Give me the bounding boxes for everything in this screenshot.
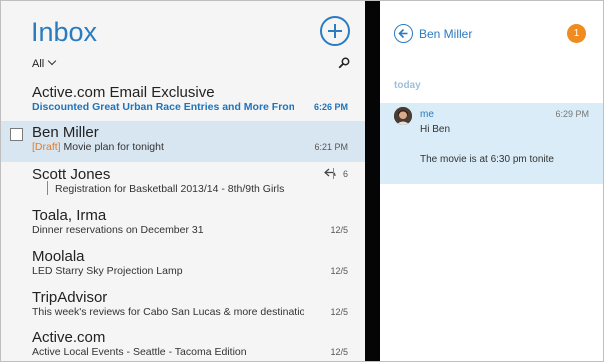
message-list-pane: Inbox All Active.com Email Exclusive Dis… — [1, 1, 365, 361]
back-arrow-icon[interactable] — [394, 24, 413, 43]
message-text-line: The movie is at 6:30 pm tonite — [420, 154, 554, 165]
message-text-line: Hi Ben — [420, 124, 451, 135]
message-subject: This week's reviews for Cabo San Lucas &… — [32, 306, 304, 318]
conversation-pane: Ben Miller 1 today me 6:29 PM Hi Ben The… — [380, 1, 603, 361]
message-time: 6:21 PM — [314, 142, 348, 152]
avatar — [394, 107, 412, 125]
inbox-title: Inbox — [31, 17, 98, 47]
list-item[interactable]: Scott Jones 6 Registration for Basketbal… — [1, 163, 365, 204]
search-icon[interactable] — [338, 57, 350, 69]
list-item[interactable]: Ben Miller [Draft] Movie plan for tonigh… — [1, 121, 365, 162]
reply-icon — [324, 168, 336, 177]
notification-badge[interactable]: 1 — [567, 24, 586, 43]
sender-name: TripAdvisor — [32, 289, 108, 306]
message-subject: Dinner reservations on December 31 — [32, 224, 204, 236]
list-item[interactable]: Active.com Email Exclusive Discounted Gr… — [1, 80, 365, 121]
date-section-label: today — [394, 80, 421, 91]
thread-indent-line — [47, 181, 48, 195]
message-subject: LED Starry Sky Projection Lamp — [32, 265, 183, 277]
message-subject: Registration for Basketball 2013/14 - 8t… — [55, 183, 285, 195]
message-bubble: me 6:29 PM Hi Ben The movie is at 6:30 p… — [380, 103, 603, 184]
sender-name: Toala, Irma — [32, 207, 107, 224]
subject-text: Movie plan for tonight — [63, 141, 164, 153]
draft-tag: [Draft] — [32, 141, 61, 153]
sender-name: Ben Miller — [32, 124, 99, 141]
conversation-contact-name[interactable]: Ben Miller — [419, 27, 472, 41]
message-time: 12/5 — [330, 225, 348, 235]
message-time: 6:29 PM — [555, 109, 589, 119]
message-subject: Active Local Events - Seattle - Tacoma E… — [32, 346, 247, 358]
filter-label: All — [32, 58, 45, 70]
list-item[interactable]: Moolala LED Starry Sky Projection Lamp 1… — [1, 245, 365, 286]
pane-divider[interactable] — [365, 1, 380, 361]
message-time: 12/5 — [330, 307, 348, 317]
sender-name: Active.com Email Exclusive — [32, 84, 215, 101]
sender-name: Scott Jones — [32, 166, 111, 183]
filter-dropdown[interactable]: All — [32, 56, 57, 70]
message-time: 6:26 PM — [313, 102, 348, 112]
message-time: 12/5 — [330, 347, 348, 357]
list-item[interactable]: Toala, Irma Dinner reservations on Decem… — [1, 204, 365, 245]
message-time: 12/5 — [330, 266, 348, 276]
list-item[interactable]: Active.com Active Local Events - Seattle… — [1, 326, 365, 361]
sender-name: Moolala — [32, 248, 85, 265]
compose-icon[interactable] — [320, 16, 350, 46]
list-item[interactable]: TripAdvisor This week's reviews for Cabo… — [1, 286, 365, 327]
message-sender: me — [420, 109, 434, 120]
select-checkbox[interactable] — [10, 128, 23, 141]
thread-count: 6 — [342, 169, 348, 179]
chevron-down-icon — [47, 56, 57, 66]
thread-separator — [333, 168, 334, 179]
message-subject: Discounted Great Urban Race Entries and … — [32, 101, 294, 113]
sender-name: Active.com — [32, 329, 106, 346]
mail-app-window: Inbox All Active.com Email Exclusive Dis… — [0, 0, 604, 362]
message-subject: [Draft] Movie plan for tonight — [32, 141, 164, 153]
